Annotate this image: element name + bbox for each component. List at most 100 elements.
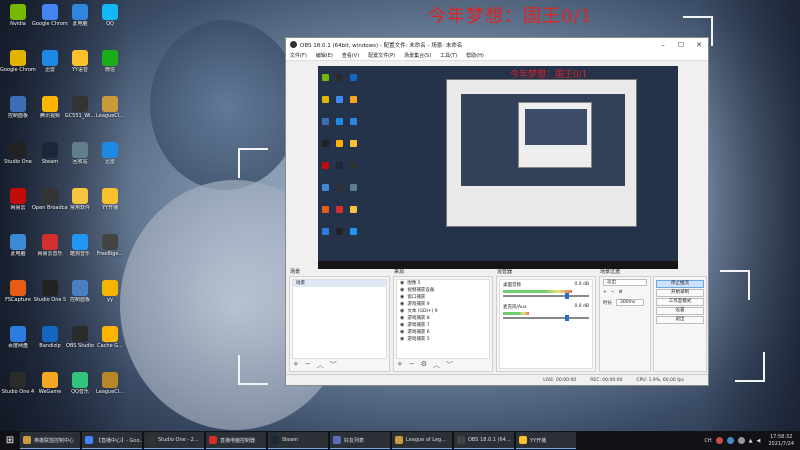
add-icon[interactable]: +: [397, 360, 403, 370]
eye-icon[interactable]: ◉: [400, 301, 404, 308]
desktop-icon[interactable]: 百度网盘: [0, 324, 36, 358]
tray-app-icon[interactable]: [715, 437, 723, 444]
eye-icon[interactable]: ◉: [400, 315, 404, 322]
eye-icon[interactable]: ◉: [400, 322, 404, 329]
source-item[interactable]: ◉ 游戏捕获 9: [397, 301, 489, 308]
close-icon[interactable]: ✕: [690, 41, 708, 49]
controls-list: 停止推流 开始录制 工作室模式 设置 退出: [654, 277, 706, 324]
taskbar-item[interactable]: 英雄联盟控制中心: [20, 432, 80, 449]
eye-icon[interactable]: ◉: [400, 308, 404, 315]
control-button[interactable]: 开始录制: [656, 289, 704, 297]
desktop-icon[interactable]: Studio One: [0, 140, 36, 174]
taskbar-item[interactable]: 好友列表: [330, 432, 390, 449]
taskbar-item[interactable]: Steam: [268, 432, 328, 449]
tray-app-icon[interactable]: [726, 437, 734, 444]
desktop-icon[interactable]: 控制面板: [0, 94, 36, 128]
scene-item[interactable]: 场景: [293, 280, 386, 287]
duration-field[interactable]: 300ms: [616, 299, 644, 306]
source-item[interactable]: ◉ 游戏捕获 8: [397, 315, 489, 322]
remove-icon[interactable]: −: [305, 360, 311, 370]
move-up-icon[interactable]: ︿: [433, 360, 440, 370]
desktop-icon[interactable]: YY开播: [92, 186, 128, 220]
menu-profile[interactable]: 配置文件(P): [368, 52, 395, 59]
desktop-icon[interactable]: LeagueCl...: [92, 94, 128, 128]
eye-icon[interactable]: ◉: [400, 329, 404, 336]
eye-icon[interactable]: ◉: [400, 280, 404, 287]
transition-select[interactable]: 淡出: [603, 279, 647, 286]
remove-icon[interactable]: −: [409, 360, 415, 370]
taskbar-item[interactable]: 【直播中心】- Goo...: [82, 432, 142, 449]
slider-knob[interactable]: [564, 315, 569, 321]
taskbar-item-label: OBS 18.0.1 (64...: [468, 437, 511, 443]
source-item[interactable]: ◉ 游戏捕获 6: [397, 329, 489, 336]
menu-help[interactable]: 帮助(H): [466, 52, 484, 59]
obs-preview[interactable]: 今年梦想：国王0/1: [318, 66, 678, 269]
source-item[interactable]: ◉ 游戏捕获 5: [397, 336, 489, 343]
control-button[interactable]: 设置: [656, 307, 704, 315]
taskbar-item[interactable]: 直播电脑控制器: [206, 432, 266, 449]
taskbar-item-label: 直播电脑控制器: [220, 437, 256, 444]
add-icon[interactable]: +: [603, 290, 607, 295]
preview-icon: [336, 140, 343, 147]
network-icon[interactable]: ▲: [749, 438, 753, 444]
add-icon[interactable]: +: [293, 360, 299, 370]
desktop-icon[interactable]: 微信: [92, 48, 128, 82]
desktop-icon[interactable]: yy: [92, 278, 128, 312]
menu-file[interactable]: 文件(F): [290, 52, 307, 59]
source-item[interactable]: ◉ 游戏捕获 7: [397, 322, 489, 329]
maximize-icon[interactable]: ☐: [672, 41, 690, 49]
volume-icon[interactable]: ◀: [757, 438, 761, 444]
volume-slider[interactable]: [503, 293, 589, 299]
app-icon: [42, 372, 58, 388]
control-button[interactable]: 退出: [656, 316, 704, 324]
slider-knob[interactable]: [564, 293, 569, 299]
tray-app-icon[interactable]: [737, 437, 745, 444]
menu-view[interactable]: 查看(V): [342, 52, 359, 59]
desktop-icon[interactable]: 此电脑: [0, 232, 36, 266]
remove-icon[interactable]: −: [611, 290, 615, 295]
source-item[interactable]: ◉ 文本 (GDI+) 9: [397, 308, 489, 315]
menu-scene-collection[interactable]: 场景集合(S): [404, 52, 431, 59]
eye-icon[interactable]: ◉: [400, 294, 404, 301]
eye-icon[interactable]: ◉: [400, 287, 404, 294]
desktop-icon[interactable]: FreeBige...: [92, 232, 128, 266]
taskbar-item[interactable]: YY开播: [516, 432, 576, 449]
desktop-icon[interactable]: FSCapture: [0, 278, 36, 312]
menu-edit[interactable]: 编辑(E): [316, 52, 333, 59]
desktop-icon[interactable]: Cache G...: [92, 324, 128, 358]
windows-start-icon[interactable]: ⊞: [0, 431, 20, 450]
source-item[interactable]: ◉ 图像 5: [397, 280, 489, 287]
obs-titlebar[interactable]: OBS 18.0.1 (64bit, windows) - 配置文件: 未命名 …: [286, 38, 708, 51]
gear-icon[interactable]: ⚙: [619, 290, 623, 295]
move-down-icon[interactable]: ﹀: [446, 360, 453, 370]
obs-menubar: 文件(F) 编辑(E) 查看(V) 配置文件(P) 场景集合(S) 工具(T) …: [286, 51, 708, 61]
control-button[interactable]: 停止推流: [656, 280, 704, 288]
desktop-icon[interactable]: Google Chrome: [0, 48, 36, 82]
minimize-icon[interactable]: –: [654, 41, 672, 49]
menu-tools[interactable]: 工具(T): [440, 52, 457, 59]
gear-icon[interactable]: ⚙: [421, 360, 427, 370]
app-icon: [209, 436, 217, 444]
preview-icon: [322, 140, 329, 147]
app-icon: [10, 326, 26, 342]
taskbar-item-label: Studio One - 2...: [158, 437, 199, 443]
taskbar-item[interactable]: League of Leg...: [392, 432, 452, 449]
desktop-icon[interactable]: Studio One 4: [0, 370, 36, 404]
desktop-icon[interactable]: Nvidia: [0, 2, 36, 36]
control-button[interactable]: 工作室模式: [656, 298, 704, 306]
move-up-icon[interactable]: ︿: [317, 360, 324, 370]
desktop-icon[interactable]: LeagueCl...: [92, 370, 128, 404]
eye-icon[interactable]: ◉: [400, 336, 404, 343]
source-item[interactable]: ◉ 视频捕获设备: [397, 287, 489, 294]
volume-slider[interactable]: [503, 315, 589, 321]
move-down-icon[interactable]: ﹀: [330, 360, 337, 370]
taskbar-item[interactable]: Studio One - 2...: [144, 432, 204, 449]
tray-lang[interactable]: CH: [704, 438, 711, 444]
desktop-icon[interactable]: QQ: [92, 2, 128, 36]
desktop-icon[interactable]: 迅雷: [92, 140, 128, 174]
desktop-icon[interactable]: 网易云: [0, 186, 36, 220]
taskbar-item[interactable]: OBS 18.0.1 (64...: [454, 432, 514, 449]
obs-window[interactable]: OBS 18.0.1 (64bit, windows) - 配置文件: 未命名 …: [285, 37, 709, 386]
taskbar-clock[interactable]: 17:58:32 2021/7/24: [768, 434, 794, 448]
source-item[interactable]: ◉ 窗口捕获: [397, 294, 489, 301]
